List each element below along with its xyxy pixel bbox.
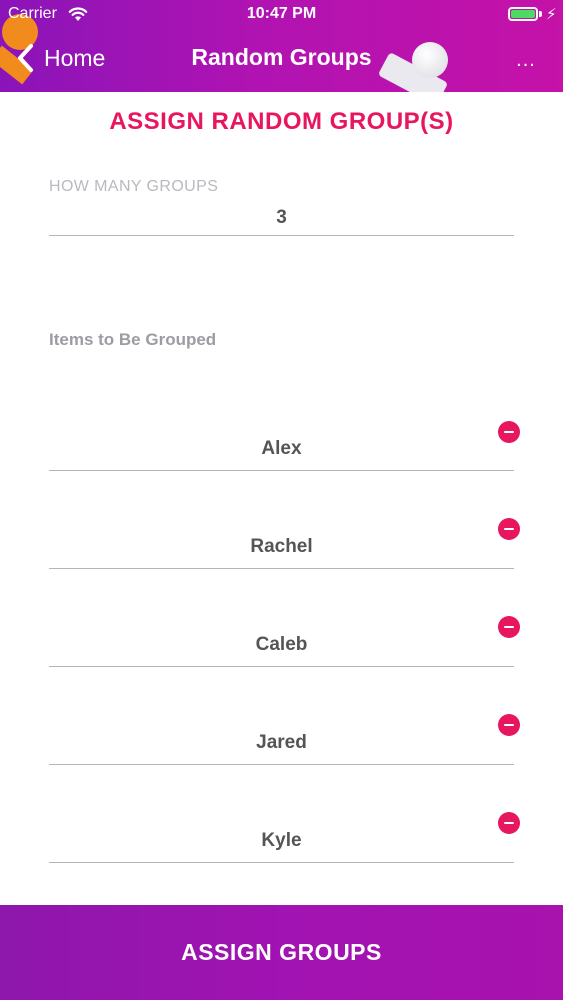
battery-level: [511, 10, 535, 18]
header: Carrier 10:47 PM ⚡ Home Random Groups ..…: [0, 0, 563, 92]
remove-icon[interactable]: [498, 812, 520, 834]
item-name: Caleb: [255, 634, 308, 655]
page-heading: ASSIGN RANDOM GROUP(S): [109, 108, 454, 135]
items-section-label: Items to Be Grouped: [49, 330, 217, 349]
assign-groups-button[interactable]: ASSIGN GROUPS: [0, 905, 563, 1000]
list-item[interactable]: Jared: [49, 724, 514, 765]
groups-count-input[interactable]: [49, 200, 514, 236]
more-options-button[interactable]: ...: [510, 44, 542, 76]
item-name: Rachel: [250, 536, 313, 557]
list-item[interactable]: Alex: [49, 430, 514, 471]
status-bar: Carrier 10:47 PM ⚡: [0, 0, 563, 30]
remove-icon[interactable]: [498, 616, 520, 638]
list-item[interactable]: Kyle: [49, 822, 514, 863]
nav-title: Random Groups: [191, 44, 372, 70]
battery-tip: [539, 11, 542, 17]
clock: 10:47 PM: [246, 5, 317, 22]
screen: Carrier 10:47 PM ⚡ Home Random Groups ..…: [0, 0, 563, 1000]
item-name: Jared: [256, 732, 307, 753]
item-name: Kyle: [261, 830, 302, 851]
item-name: Alex: [261, 438, 302, 459]
list-item[interactable]: Caleb: [49, 626, 514, 667]
list-item[interactable]: Rachel: [49, 528, 514, 569]
groups-count-label: HOW MANY GROUPS: [49, 178, 219, 195]
remove-icon[interactable]: [498, 714, 520, 736]
battery-icon: [508, 7, 538, 21]
remove-icon[interactable]: [498, 421, 520, 443]
remove-icon[interactable]: [498, 518, 520, 540]
bolt-icon: ⚡: [546, 6, 557, 23]
